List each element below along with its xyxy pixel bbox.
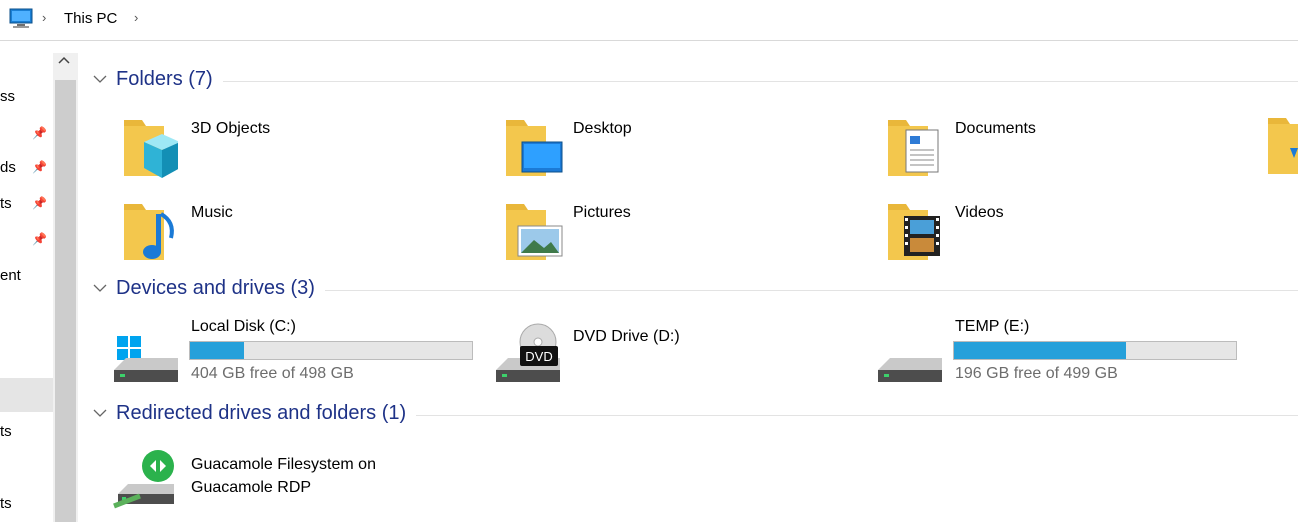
- drive-name: Local Disk (C:): [191, 318, 296, 335]
- folder-tile-music[interactable]: Music: [118, 194, 478, 266]
- 3d-objects-folder-icon: [124, 120, 178, 178]
- group-devices-and-drives[interactable]: Devices and drives (3): [92, 277, 1298, 303]
- chevron-down-icon[interactable]: [92, 404, 108, 420]
- folder-name: Videos: [955, 204, 1004, 221]
- videos-folder-icon: [888, 204, 940, 260]
- nav-item-documents[interactable]: ts: [0, 195, 12, 212]
- drive-usage-fill: [954, 342, 1127, 359]
- scroll-up-arrow-icon[interactable]: [58, 55, 70, 65]
- group-title[interactable]: Devices and drives (3): [116, 277, 325, 300]
- hard-drive-icon: [878, 358, 942, 382]
- folder-tile-documents[interactable]: Documents: [882, 110, 1242, 182]
- windows-drive-icon: [114, 336, 178, 382]
- folder-name: Desktop: [573, 120, 632, 137]
- music-folder-icon: [124, 204, 174, 260]
- drive-usage-bar: [189, 341, 473, 360]
- chevron-down-icon[interactable]: [92, 70, 108, 86]
- drive-free-space: 196 GB free of 499 GB: [955, 365, 1118, 382]
- desktop-folder-icon: [506, 120, 563, 176]
- group-title[interactable]: Folders (7): [116, 68, 223, 91]
- folder-tile-3d-objects[interactable]: 3D Objects: [118, 110, 478, 182]
- redirected-drive-name-line2: Guacamole RDP: [191, 479, 312, 496]
- folder-name: 3D Objects: [191, 120, 271, 137]
- nav-item-partial[interactable]: ts: [0, 495, 12, 512]
- this-pc-icon: [9, 8, 33, 28]
- folder-tile-pictures[interactable]: Pictures: [500, 194, 860, 266]
- nav-item-recent[interactable]: ent: [0, 267, 21, 284]
- dvd-badge-label: DVD: [525, 349, 552, 364]
- group-divider: [116, 81, 1298, 82]
- group-title[interactable]: Redirected drives and folders (1): [116, 402, 417, 425]
- group-folders[interactable]: Folders (7): [92, 68, 1298, 94]
- nav-scrollbar-thumb[interactable]: [55, 80, 76, 522]
- documents-folder-icon: [888, 120, 939, 176]
- redirected-drive-name-line1: Guacamole Filesystem on: [191, 456, 376, 473]
- folder-tile-videos[interactable]: Videos: [882, 194, 1242, 266]
- folder-tile-desktop[interactable]: Desktop: [500, 110, 860, 182]
- drive-free-space: 404 GB free of 498 GB: [191, 365, 354, 382]
- breadcrumb-this-pc[interactable]: This PC: [64, 10, 117, 27]
- drive-name: TEMP (E:): [955, 318, 1030, 335]
- nav-item-downloads[interactable]: ds: [0, 159, 16, 176]
- drive-tile-d[interactable]: DVD DVD Drive (D:): [490, 316, 860, 386]
- group-redirected-drives[interactable]: Redirected drives and folders (1): [92, 402, 1298, 428]
- pin-icon: 📌: [32, 196, 47, 210]
- folder-name: Pictures: [573, 204, 631, 221]
- network-drive-icon: [113, 450, 174, 509]
- folder-name: Music: [191, 204, 233, 221]
- nav-item-partial[interactable]: ts: [0, 423, 12, 440]
- nav-item-quick-access[interactable]: ss: [0, 88, 15, 105]
- breadcrumb-chevron[interactable]: ›: [42, 10, 46, 25]
- drive-usage-bar: [953, 341, 1237, 360]
- pin-icon: 📌: [32, 126, 47, 140]
- chevron-down-icon[interactable]: [92, 279, 108, 295]
- breadcrumb-chevron[interactable]: ›: [134, 10, 138, 25]
- redirected-drive-tile[interactable]: Guacamole Filesystem on Guacamole RDP: [108, 448, 478, 514]
- pictures-folder-icon: [506, 204, 563, 260]
- address-bar[interactable]: › This PC ›: [0, 0, 1298, 41]
- drive-tile-e[interactable]: TEMP (E:) 196 GB free of 499 GB: [872, 316, 1242, 386]
- folder-name: Documents: [955, 120, 1036, 137]
- drive-name: DVD Drive (D:): [573, 328, 680, 345]
- drive-usage-fill: [190, 342, 244, 359]
- pin-icon: 📌: [32, 160, 47, 174]
- drive-tile-c[interactable]: Local Disk (C:) 404 GB free of 498 GB: [108, 316, 478, 386]
- downloads-folder-icon[interactable]: [1266, 112, 1298, 178]
- nav-item-this-pc-selected[interactable]: [0, 378, 53, 412]
- pin-icon: 📌: [32, 232, 47, 246]
- dvd-drive-icon: DVD: [496, 323, 560, 382]
